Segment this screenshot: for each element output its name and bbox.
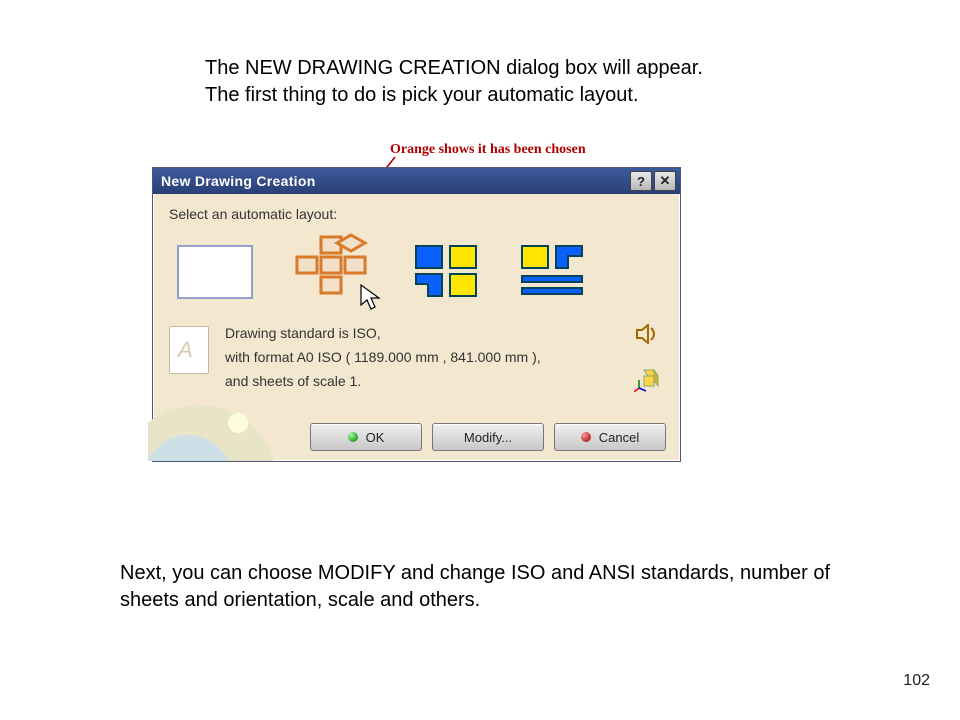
speaker-icon[interactable]: [635, 324, 659, 344]
multiview-orange-icon: [281, 233, 381, 311]
select-layout-label: Select an automatic layout:: [169, 206, 664, 222]
layout-option-a[interactable]: [407, 237, 487, 307]
blank-rect-icon: [177, 245, 253, 299]
info-line-2: with format A0 ISO ( 1189.000 mm , 841.0…: [225, 346, 614, 370]
close-icon: ✕: [660, 173, 671, 189]
outro-text: Next, you can choose MODIFY and change I…: [120, 560, 860, 614]
side-icons: [630, 322, 664, 393]
new-drawing-creation-dialog: New Drawing Creation ? ✕ Select an autom…: [152, 167, 681, 462]
intro-line-1: The NEW DRAWING CREATION dialog box will…: [205, 55, 703, 82]
help-button[interactable]: ?: [630, 171, 652, 191]
dialog-body: Select an automatic layout:: [153, 194, 680, 461]
info-line-1: Drawing standard is ISO,: [225, 322, 614, 346]
ok-button[interactable]: OK: [310, 423, 422, 451]
layout-b-icon: [516, 240, 590, 304]
annotation-text: Orange shows it has been chosen: [390, 142, 586, 158]
layout-options: [169, 232, 664, 312]
intro-text: The NEW DRAWING CREATION dialog box will…: [205, 55, 703, 109]
cancel-button[interactable]: Cancel: [554, 423, 666, 451]
intro-line-2: The first thing to do is pick your autom…: [205, 82, 703, 109]
cube-axis-icon[interactable]: [634, 366, 660, 392]
ok-dot-icon: [348, 432, 358, 442]
dialog-title: New Drawing Creation: [161, 173, 628, 189]
layout-a-icon: [410, 240, 484, 304]
close-button[interactable]: ✕: [654, 171, 676, 191]
modify-button[interactable]: Modify...: [432, 423, 544, 451]
ok-button-label: OK: [366, 430, 385, 445]
cancel-button-label: Cancel: [599, 430, 639, 445]
dialog-titlebar: New Drawing Creation ? ✕: [153, 168, 680, 194]
layout-option-b[interactable]: [513, 237, 593, 307]
layout-option-blank[interactable]: [175, 237, 255, 307]
button-row: OK Modify... Cancel: [310, 423, 666, 451]
info-text: Drawing standard is ISO, with format A0 …: [225, 322, 614, 393]
info-row: Drawing standard is ISO, with format A0 …: [169, 322, 664, 393]
layout-option-multiview-selected[interactable]: [281, 237, 381, 307]
cancel-dot-icon: [581, 432, 591, 442]
page-icon: [169, 326, 209, 374]
help-icon: ?: [637, 174, 645, 189]
modify-button-label: Modify...: [464, 430, 512, 445]
info-line-3: and sheets of scale 1.: [225, 370, 614, 394]
page-number: 102: [903, 672, 930, 690]
